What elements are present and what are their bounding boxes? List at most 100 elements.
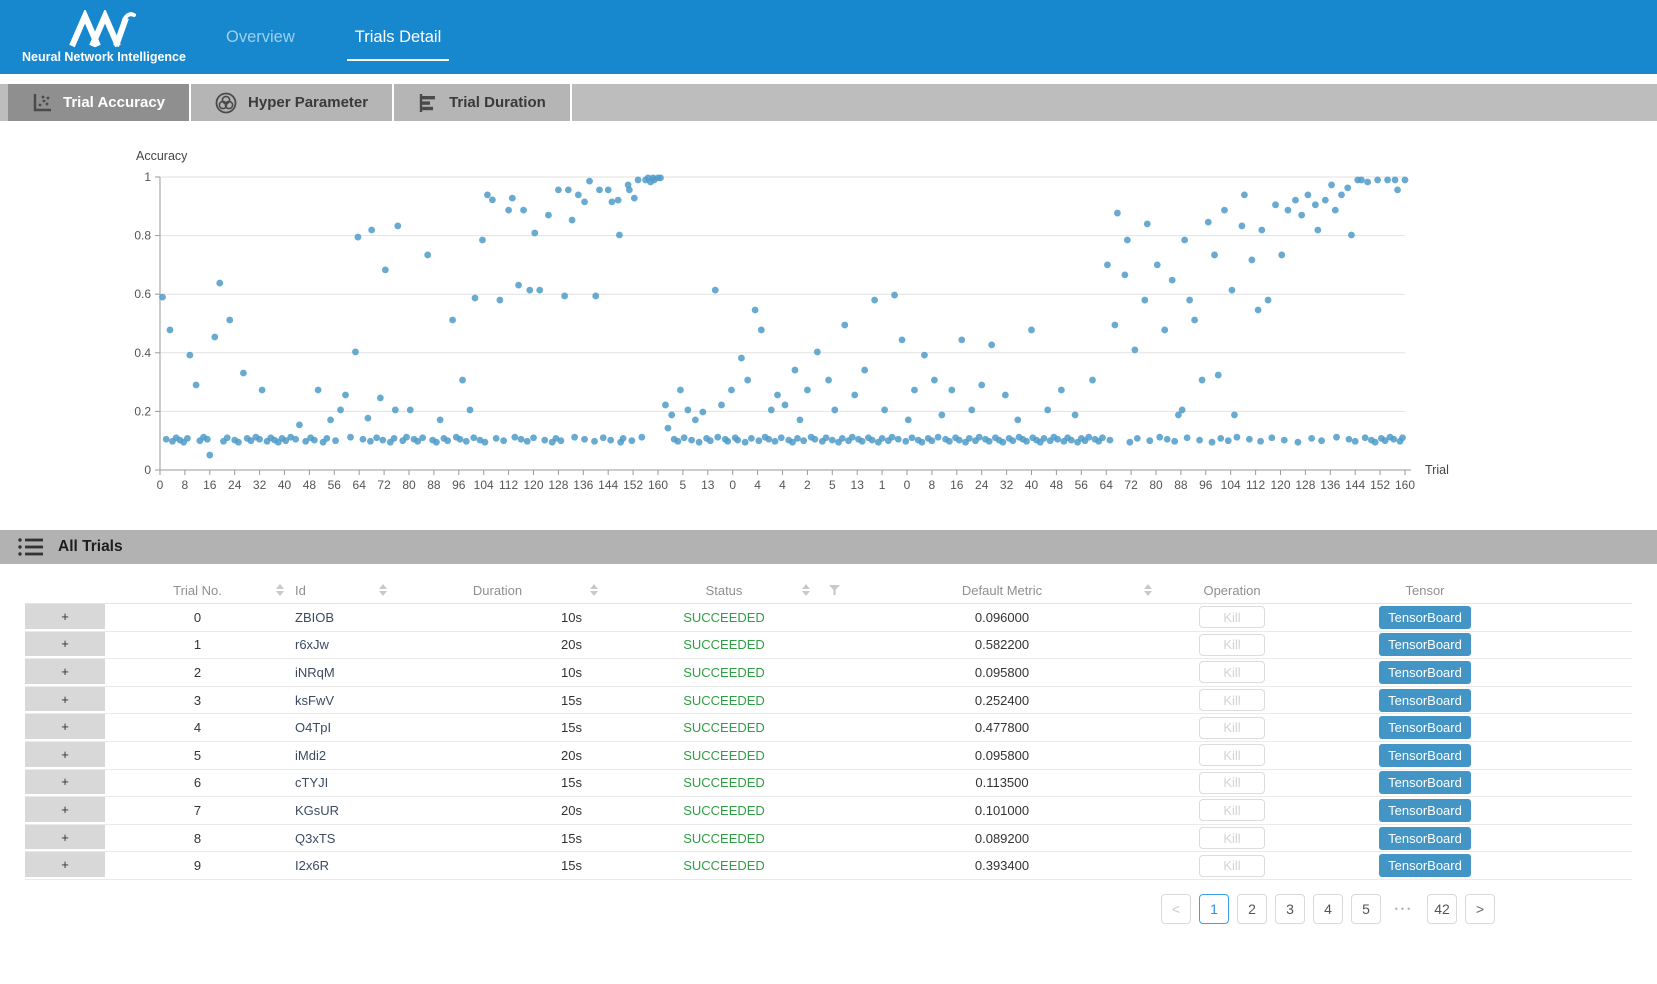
tensorboard-button[interactable]: TensorBoard xyxy=(1379,827,1471,850)
scatter-point[interactable] xyxy=(699,409,706,416)
scatter-point[interactable] xyxy=(800,437,807,444)
scatter-point[interactable] xyxy=(575,191,582,198)
scatter-point[interactable] xyxy=(256,436,263,443)
scatter-point[interactable] xyxy=(909,434,916,441)
scatter-point[interactable] xyxy=(1272,201,1279,208)
scatter-point[interactable] xyxy=(889,434,896,441)
scatter-point[interactable] xyxy=(724,438,731,445)
scatter-point[interactable] xyxy=(1044,407,1051,414)
scatter-point[interactable] xyxy=(748,435,755,442)
scatter-point[interactable] xyxy=(734,437,741,444)
scatter-point[interactable] xyxy=(586,178,593,185)
scatter-point[interactable] xyxy=(794,435,801,442)
scatter-point[interactable] xyxy=(206,452,213,459)
scatter-point[interactable] xyxy=(829,437,836,444)
scatter-point[interactable] xyxy=(1104,262,1111,269)
scatter-point[interactable] xyxy=(772,438,779,445)
expander-button[interactable]: + xyxy=(25,604,105,631)
kill-button[interactable]: Kill xyxy=(1199,606,1265,628)
scatter-point[interactable] xyxy=(895,436,902,443)
scatter-point[interactable] xyxy=(472,295,479,302)
scatter-point[interactable] xyxy=(444,437,451,444)
scatter-point[interactable] xyxy=(541,437,548,444)
scatter-point[interactable] xyxy=(1231,412,1238,419)
scatter-point[interactable] xyxy=(1114,210,1121,217)
scatter-point[interactable] xyxy=(861,367,868,374)
scatter-point[interactable] xyxy=(315,387,322,394)
scatter-point[interactable] xyxy=(778,434,785,441)
scatter-point[interactable] xyxy=(1268,434,1275,441)
scatter-point[interactable] xyxy=(1014,416,1021,423)
scatter-point[interactable] xyxy=(797,416,804,423)
scatter-point[interactable] xyxy=(367,438,374,445)
scatter-point[interactable] xyxy=(609,199,616,206)
scatter-point[interactable] xyxy=(591,438,598,445)
scatter-point[interactable] xyxy=(692,416,699,423)
expander-button[interactable]: + xyxy=(25,825,105,852)
scatter-point[interactable] xyxy=(526,287,533,294)
scatter-point[interactable] xyxy=(1099,434,1106,441)
scatter-point[interactable] xyxy=(976,434,983,441)
expander-button[interactable]: + xyxy=(25,852,105,879)
scatter-point[interactable] xyxy=(463,438,470,445)
scatter-point[interactable] xyxy=(592,293,599,300)
scatter-point[interactable] xyxy=(1221,207,1228,214)
scatter-point[interactable] xyxy=(869,437,876,444)
scatter-point[interactable] xyxy=(1364,179,1371,186)
scatter-point[interactable] xyxy=(511,434,518,441)
scatter-point[interactable] xyxy=(935,434,942,441)
sort-icon[interactable] xyxy=(379,584,387,596)
scatter-point[interactable] xyxy=(921,352,928,359)
kill-button[interactable]: Kill xyxy=(1199,799,1265,821)
scatter-point[interactable] xyxy=(1009,437,1016,444)
scatter-point[interactable] xyxy=(419,434,426,441)
scatter-point[interactable] xyxy=(1258,227,1265,234)
scatter-point[interactable] xyxy=(561,293,568,300)
scatter-point[interactable] xyxy=(394,223,401,230)
scatter-point[interactable] xyxy=(851,392,858,399)
scatter-point[interactable] xyxy=(823,434,830,441)
scatter-point[interactable] xyxy=(1196,437,1203,444)
scatter-point[interactable] xyxy=(365,415,372,422)
kill-button[interactable]: Kill xyxy=(1199,661,1265,683)
scatter-point[interactable] xyxy=(1184,434,1191,441)
scatter-point[interactable] xyxy=(668,412,675,419)
scatter-point[interactable] xyxy=(1278,252,1285,259)
kill-button[interactable]: Kill xyxy=(1199,772,1265,794)
scatter-point[interactable] xyxy=(493,435,500,442)
prev-page-button[interactable]: < xyxy=(1161,894,1191,924)
scatter-point[interactable] xyxy=(163,436,170,443)
tab-trial-duration[interactable]: Trial Duration xyxy=(394,84,572,121)
scatter-point[interactable] xyxy=(978,382,985,389)
scatter-point[interactable] xyxy=(948,387,955,394)
scatter-point[interactable] xyxy=(1121,271,1128,278)
scatter-point[interactable] xyxy=(565,186,572,193)
scatter-point[interactable] xyxy=(1322,197,1329,204)
expander-button[interactable]: + xyxy=(25,632,105,659)
scatter-point[interactable] xyxy=(531,230,538,237)
scatter-point[interactable] xyxy=(1318,437,1325,444)
scatter-point[interactable] xyxy=(902,438,909,445)
scatter-point[interactable] xyxy=(1358,177,1365,184)
scatter-point[interactable] xyxy=(956,437,963,444)
scatter-point[interactable] xyxy=(1107,437,1114,444)
scatter-point[interactable] xyxy=(1338,191,1345,198)
scatter-point[interactable] xyxy=(1399,434,1406,441)
scatter-point[interactable] xyxy=(607,437,614,444)
scatter-point[interactable] xyxy=(968,407,975,414)
scatter-point[interactable] xyxy=(744,377,751,384)
scatter-point[interactable] xyxy=(1144,220,1151,227)
scatter-point[interactable] xyxy=(814,349,821,356)
scatter-point[interactable] xyxy=(1344,184,1351,191)
scatter-point[interactable] xyxy=(515,282,522,289)
scatter-point[interactable] xyxy=(1332,207,1339,214)
scatter-point[interactable] xyxy=(626,186,633,193)
scatter-point[interactable] xyxy=(1312,201,1319,208)
scatter-point[interactable] xyxy=(467,407,474,414)
scatter-point[interactable] xyxy=(696,439,703,446)
sort-icon[interactable] xyxy=(802,584,810,596)
scatter-point[interactable] xyxy=(881,407,888,414)
scatter-point[interactable] xyxy=(193,382,200,389)
page-button-5[interactable]: 5 xyxy=(1351,894,1381,924)
scatter-point[interactable] xyxy=(1374,177,1381,184)
